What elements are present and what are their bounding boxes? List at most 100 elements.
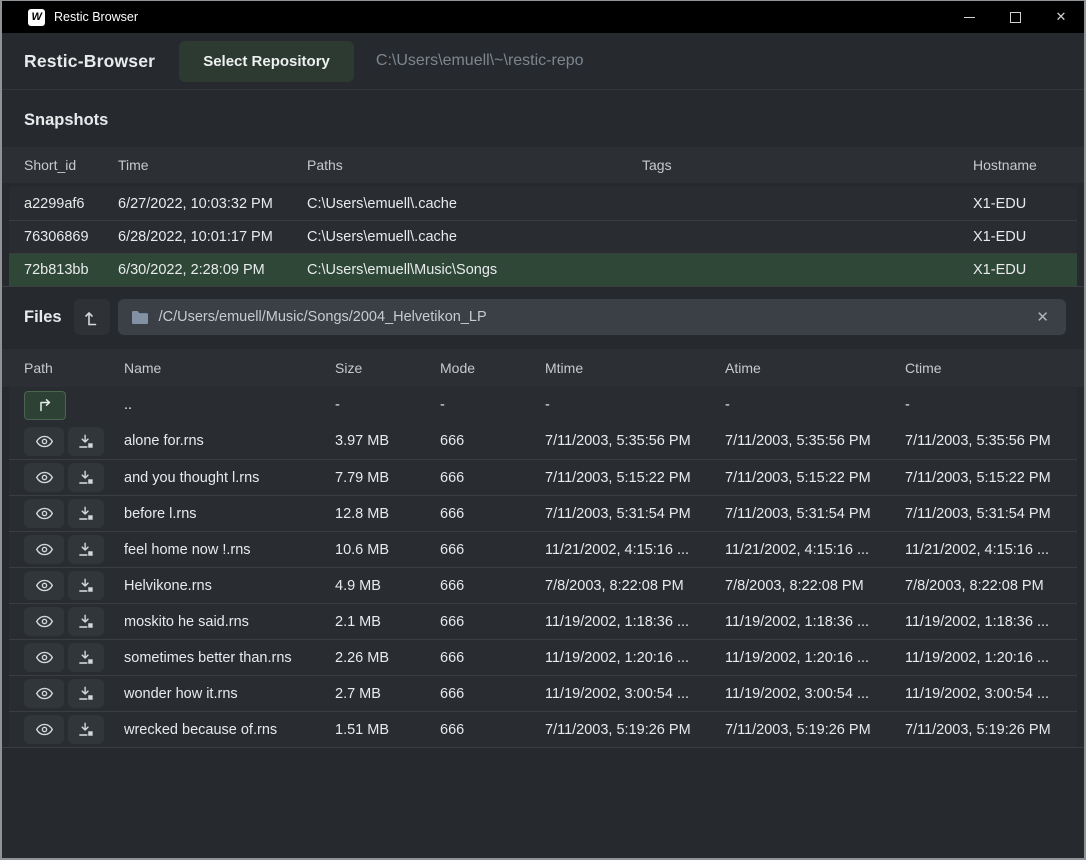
snapshot-hostname: X1-EDU <box>973 229 1077 245</box>
file-ctime: 7/11/2003, 5:19:26 PM <box>905 722 1077 738</box>
file-row[interactable]: and you thought l.rns 7.79 MB 666 7/11/2… <box>9 459 1077 495</box>
download-file-button[interactable] <box>68 499 104 528</box>
file-name: wrecked because of.rns <box>124 722 335 738</box>
clear-path-button[interactable]: ✕ <box>1032 306 1053 328</box>
file-mtime: 11/19/2002, 1:18:36 ... <box>545 614 725 630</box>
col-short-id: Short_id <box>24 157 118 173</box>
download-file-button[interactable] <box>68 679 104 708</box>
file-mode: 666 <box>440 542 545 558</box>
file-size: 4.9 MB <box>335 578 440 594</box>
preview-file-button[interactable] <box>24 607 64 636</box>
files-heading: Files <box>24 308 62 327</box>
file-row[interactable]: moskito he said.rns 2.1 MB 666 11/19/200… <box>9 603 1077 639</box>
go-to-root-button[interactable] <box>74 299 110 335</box>
file-ctime: 11/19/2002, 3:00:54 ... <box>905 686 1077 702</box>
eye-icon <box>35 579 54 592</box>
file-size: 2.1 MB <box>335 614 440 630</box>
file-size: 7.79 MB <box>335 470 440 486</box>
files-bar: Files /C/Users/emuell/Music/Songs/2004_H… <box>2 287 1084 345</box>
file-atime: 7/11/2003, 5:15:22 PM <box>725 470 905 486</box>
file-row[interactable]: wonder how it.rns 2.7 MB 666 11/19/2002,… <box>9 675 1077 711</box>
download-file-button[interactable] <box>68 607 104 636</box>
maximize-button[interactable] <box>992 1 1038 33</box>
file-row[interactable]: alone for.rns 3.97 MB 666 7/11/2003, 5:3… <box>9 423 1077 459</box>
preview-file-button[interactable] <box>24 643 64 672</box>
file-name: feel home now !.rns <box>124 542 335 558</box>
parent-directory-icon <box>37 398 54 412</box>
snapshot-hostname: X1-EDU <box>973 262 1077 278</box>
preview-file-button[interactable] <box>24 715 64 744</box>
files-rows: alone for.rns 3.97 MB 666 7/11/2003, 5:3… <box>2 423 1084 747</box>
file-mode: 666 <box>440 578 545 594</box>
go-up-directory-button[interactable] <box>24 391 66 420</box>
snapshot-short-id: 76306869 <box>24 229 118 245</box>
close-button[interactable]: ✕ <box>1038 1 1084 33</box>
eye-icon <box>35 615 54 628</box>
preview-file-button[interactable] <box>24 427 64 456</box>
preview-file-button[interactable] <box>24 571 64 600</box>
download-file-button[interactable] <box>68 427 104 456</box>
file-mode: 666 <box>440 614 545 630</box>
file-mtime: 11/19/2002, 3:00:54 ... <box>545 686 725 702</box>
download-file-button[interactable] <box>68 643 104 672</box>
col-time: Time <box>118 157 307 173</box>
download-icon <box>78 614 94 629</box>
col-mtime: Mtime <box>545 360 725 376</box>
select-repository-button[interactable]: Select Repository <box>179 41 354 82</box>
file-mtime: 7/8/2003, 8:22:08 PM <box>545 578 725 594</box>
file-row[interactable]: Helvikone.rns 4.9 MB 666 7/8/2003, 8:22:… <box>9 567 1077 603</box>
snapshot-paths: C:\Users\emuell\.cache <box>307 229 642 245</box>
download-icon <box>78 434 94 449</box>
file-ctime: 7/11/2003, 5:35:56 PM <box>905 433 1077 449</box>
file-mtime: - <box>545 397 725 413</box>
file-atime: 7/11/2003, 5:35:56 PM <box>725 433 905 449</box>
file-name: alone for.rns <box>124 433 335 449</box>
current-path-bar[interactable]: /C/Users/emuell/Music/Songs/2004_Helveti… <box>118 299 1066 335</box>
file-name: .. <box>124 397 335 413</box>
file-mtime: 7/11/2003, 5:15:22 PM <box>545 470 725 486</box>
preview-file-button[interactable] <box>24 679 64 708</box>
snapshot-row[interactable]: 76306869 6/28/2022, 10:01:17 PM C:\Users… <box>9 220 1077 253</box>
snapshots-heading: Snapshots <box>2 90 1084 147</box>
minimize-icon <box>964 17 975 18</box>
preview-file-button[interactable] <box>24 463 64 492</box>
preview-file-button[interactable] <box>24 535 64 564</box>
file-size: - <box>335 397 440 413</box>
col-name: Name <box>124 360 335 376</box>
download-file-button[interactable] <box>68 463 104 492</box>
app-window: W Restic Browser ✕ Restic-Browser Select… <box>0 0 1086 860</box>
file-ctime: - <box>905 397 1077 413</box>
download-file-button[interactable] <box>68 535 104 564</box>
file-row[interactable]: before l.rns 12.8 MB 666 7/11/2003, 5:31… <box>9 495 1077 531</box>
file-atime: 7/8/2003, 8:22:08 PM <box>725 578 905 594</box>
file-row[interactable]: feel home now !.rns 10.6 MB 666 11/21/20… <box>9 531 1077 567</box>
minimize-button[interactable] <box>946 1 992 33</box>
file-mode: 666 <box>440 722 545 738</box>
snapshot-row[interactable]: a2299af6 6/27/2022, 10:03:32 PM C:\Users… <box>9 187 1077 220</box>
toolbar: Restic-Browser Select Repository C:\User… <box>2 33 1084 90</box>
file-mode: 666 <box>440 506 545 522</box>
col-ctime: Ctime <box>905 360 1084 376</box>
file-row[interactable]: wrecked because of.rns 1.51 MB 666 7/11/… <box>9 711 1077 747</box>
app-logo-icon: W <box>28 9 45 26</box>
close-icon: ✕ <box>1056 9 1067 25</box>
file-size: 10.6 MB <box>335 542 440 558</box>
file-row[interactable]: sometimes better than.rns 2.26 MB 666 11… <box>9 639 1077 675</box>
snapshot-time: 6/27/2022, 10:03:32 PM <box>118 196 307 212</box>
col-size: Size <box>335 360 440 376</box>
file-mode: 666 <box>440 433 545 449</box>
eye-icon <box>35 435 54 448</box>
parent-directory-row[interactable]: .. - - - - - <box>9 387 1077 423</box>
snapshot-short-id: 72b813bb <box>24 262 118 278</box>
file-name: wonder how it.rns <box>124 686 335 702</box>
files-table: .. - - - - - <box>2 387 1084 748</box>
download-icon <box>78 506 94 521</box>
download-file-button[interactable] <box>68 571 104 600</box>
download-file-button[interactable] <box>68 715 104 744</box>
preview-file-button[interactable] <box>24 499 64 528</box>
folder-icon <box>131 310 149 325</box>
snapshot-paths: C:\Users\emuell\.cache <box>307 196 642 212</box>
file-atime: 11/19/2002, 1:18:36 ... <box>725 614 905 630</box>
file-atime: 11/21/2002, 4:15:16 ... <box>725 542 905 558</box>
snapshot-row[interactable]: 72b813bb 6/30/2022, 2:28:09 PM C:\Users\… <box>9 253 1077 286</box>
